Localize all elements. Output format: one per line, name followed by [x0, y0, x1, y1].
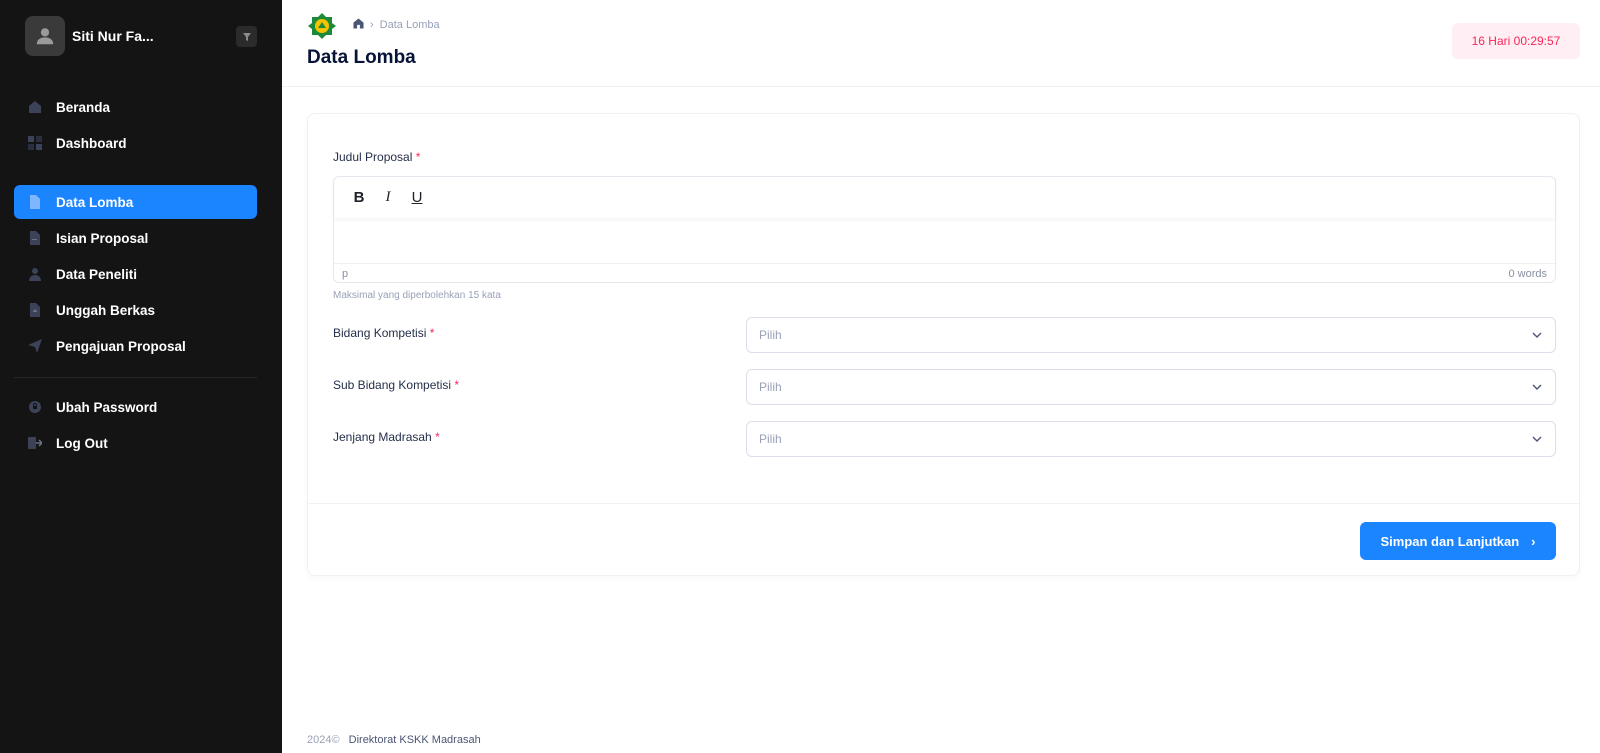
word-limit-hint: Maksimal yang diperbolehkan 15 kata	[333, 290, 501, 301]
required-mark: *	[429, 326, 435, 340]
simpan-dan-lanjutkan-button[interactable]: Simpan dan Lanjutkan ›	[1360, 522, 1556, 560]
bold-button[interactable]: B	[351, 189, 367, 207]
kemenag-logo	[308, 12, 336, 40]
judul-proposal-label-text: Judul Proposal	[333, 150, 413, 164]
bidang-kompetisi-label: Bidang Kompetisi *	[333, 326, 434, 340]
sidebar-item-label: Pengajuan Proposal	[56, 338, 186, 354]
sidebar-item-label: Beranda	[56, 99, 111, 115]
sidebar-item-label: Log Out	[56, 435, 108, 451]
filter-icon	[242, 32, 251, 41]
sidebar-item-unggah-berkas[interactable]: Unggah Berkas	[14, 293, 257, 327]
sidebar-item-beranda[interactable]: Beranda	[14, 90, 257, 124]
sidebar-item-data-peneliti[interactable]: Data Peneliti	[14, 257, 257, 291]
bidang-kompetisi-select[interactable]: Pilih	[746, 317, 1556, 353]
user-avatar-icon	[36, 28, 54, 45]
jenjang-madrasah-label-text: Jenjang Madrasah	[333, 430, 432, 444]
judul-proposal-label: Judul Proposal *	[333, 150, 420, 164]
sub-bidang-kompetisi-label: Sub Bidang Kompetisi *	[333, 378, 459, 392]
required-mark: *	[454, 378, 460, 392]
footer-org-link[interactable]: Direktorat KSKK Madrasah	[349, 734, 481, 746]
sidebar-item-label: Isian Proposal	[56, 230, 149, 246]
chevron-down-icon	[1532, 332, 1542, 338]
user-name: Siti Nur Fa...	[72, 28, 154, 44]
sidebar-item-label: Unggah Berkas	[56, 302, 156, 318]
italic-button[interactable]: I	[380, 189, 396, 207]
word-count: 0 words	[1508, 267, 1547, 280]
sidebar-item-label: Data Peneliti	[56, 266, 138, 282]
sidebar-toggle-button[interactable]	[236, 26, 257, 47]
file-icon	[28, 195, 42, 209]
card-footer-divider	[308, 503, 1579, 504]
sidebar-item-log-out[interactable]: Log Out	[14, 426, 257, 460]
jenjang-madrasah-label: Jenjang Madrasah *	[333, 430, 440, 444]
chevron-right-icon: ›	[1531, 533, 1536, 549]
user-icon	[28, 267, 42, 281]
countdown-timer: 16 Hari 00:29:57	[1452, 23, 1580, 59]
avatar[interactable]	[25, 16, 65, 56]
home-icon[interactable]	[353, 18, 364, 32]
editor-path: p	[342, 267, 349, 280]
send-icon	[28, 339, 42, 353]
user-box: Siti Nur Fa...	[25, 16, 257, 56]
document-text-icon	[28, 231, 42, 245]
required-mark: *	[435, 430, 440, 444]
editor-statusbar: p 0 words	[334, 263, 1555, 283]
sidebar-item-isian-proposal[interactable]: Isian Proposal	[14, 221, 257, 255]
header-divider	[282, 86, 1600, 87]
underline-button[interactable]: U	[409, 189, 425, 207]
home-icon	[28, 100, 42, 114]
select-placeholder: Pilih	[759, 380, 782, 394]
select-placeholder: Pilih	[759, 432, 782, 446]
form-card: Judul Proposal * B I U p 0 words Maksima…	[307, 113, 1580, 576]
rich-text-editor: B I U p 0 words	[333, 176, 1556, 283]
required-mark: *	[415, 150, 421, 164]
editor-content-area[interactable]	[334, 218, 1555, 263]
sidebar-item-pengajuan-proposal[interactable]: Pengajuan Proposal	[14, 329, 257, 363]
logout-icon	[28, 436, 42, 450]
breadcrumb: › Data Lomba	[353, 18, 440, 32]
grid-icon	[28, 136, 42, 150]
lock-icon	[28, 400, 42, 414]
chevron-down-icon	[1532, 384, 1542, 390]
chevron-right-icon: ›	[370, 19, 374, 31]
footer-year: 2024©	[307, 734, 340, 746]
sidebar-item-ubah-password[interactable]: Ubah Password	[14, 390, 257, 424]
menu-primary: Beranda Dashboard	[14, 90, 257, 162]
file-upload-icon	[28, 303, 42, 317]
chevron-down-icon	[1532, 436, 1542, 442]
bidang-kompetisi-label-text: Bidang Kompetisi	[333, 326, 430, 340]
menu-divider	[14, 377, 257, 378]
sub-bidang-kompetisi-select[interactable]: Pilih	[746, 369, 1556, 405]
sub-bidang-kompetisi-label-text: Sub Bidang Kompetisi	[333, 378, 455, 392]
page-title: Data Lomba	[307, 47, 416, 68]
breadcrumb-current: Data Lomba	[379, 19, 440, 31]
menu-main: Data Lomba Isian Proposal Data Peneliti …	[14, 185, 257, 462]
sidebar-item-label: Ubah Password	[56, 399, 158, 415]
sidebar-item-data-lomba[interactable]: Data Lomba	[14, 185, 257, 219]
editor-toolbar: B I U	[334, 177, 1555, 218]
sidebar-item-label: Data Lomba	[56, 194, 134, 210]
footer: 2024© Direktorat KSKK Madrasah	[307, 734, 481, 746]
sidebar-item-dashboard[interactable]: Dashboard	[14, 126, 257, 160]
submit-button-label: Simpan dan Lanjutkan	[1380, 533, 1520, 549]
select-placeholder: Pilih	[759, 328, 782, 342]
sidebar-item-label: Dashboard	[56, 135, 127, 151]
sidebar: Siti Nur Fa... Beranda Dashboard Data Lo…	[0, 0, 282, 753]
jenjang-madrasah-select[interactable]: Pilih	[746, 421, 1556, 457]
